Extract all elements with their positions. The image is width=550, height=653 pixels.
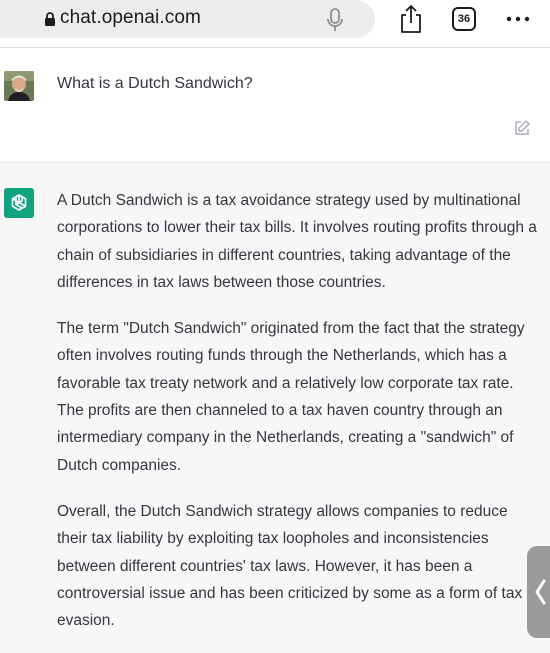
tab-count-button[interactable]: 36	[452, 7, 476, 31]
answer-paragraph: Overall, the Dutch Sandwich strategy all…	[57, 502, 523, 630]
user-message-row: What is a Dutch Sandwich?	[0, 48, 550, 162]
address-bar[interactable]: chat.openai.com	[0, 0, 375, 38]
mic-icon[interactable]	[326, 7, 344, 33]
share-icon[interactable]	[398, 4, 424, 34]
user-message-text: What is a Dutch Sandwich?	[57, 75, 253, 92]
chevron-left-icon	[535, 579, 546, 605]
lock-icon	[45, 12, 55, 26]
assistant-message-row: A Dutch Sandwich is a tax avoidance stra…	[0, 163, 550, 653]
chatgpt-logo-icon	[4, 188, 34, 218]
user-avatar	[4, 71, 34, 101]
more-icon[interactable]	[506, 13, 530, 25]
url-text: chat.openai.com	[60, 7, 201, 28]
side-panel-handle[interactable]	[527, 546, 550, 638]
answer-paragraph: A Dutch Sandwich is a tax avoidance stra…	[57, 192, 537, 291]
assistant-message-text: A Dutch Sandwich is a tax avoidance stra…	[57, 187, 537, 653]
edit-icon[interactable]	[513, 119, 531, 137]
answer-paragraph: The term "Dutch Sandwich" originated fro…	[57, 320, 525, 474]
browser-toolbar: chat.openai.com 36	[0, 0, 550, 40]
